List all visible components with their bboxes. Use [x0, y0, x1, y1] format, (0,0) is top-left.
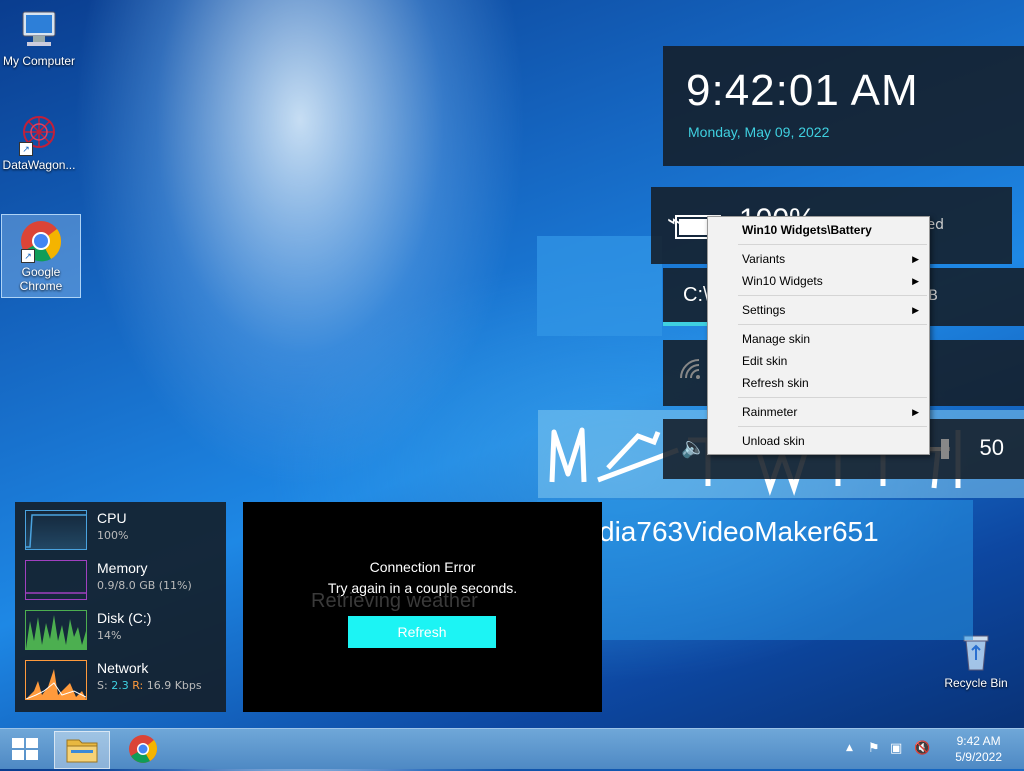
error-message: Try again in a couple seconds.	[327, 580, 518, 596]
menu-item-variants[interactable]: Variants ▶	[708, 248, 929, 270]
network-label: Network	[97, 660, 149, 676]
cpu-row: CPU 100%	[25, 510, 220, 552]
disk-label: Disk (C:)	[97, 610, 152, 626]
cpu-label: CPU	[97, 510, 127, 526]
menu-item-edit-skin[interactable]: Edit skin	[708, 350, 929, 372]
wifi-icon	[679, 358, 705, 386]
start-button[interactable]	[12, 738, 38, 760]
menu-item-unload-skin[interactable]: Unload skin	[708, 430, 929, 452]
menu-item-rainmeter[interactable]: Rainmeter ▶	[708, 401, 929, 423]
memory-label: Memory	[97, 560, 148, 576]
computer-icon	[17, 8, 61, 52]
windows-logo-icon	[12, 738, 24, 748]
shortcut-arrow-icon: ↗	[21, 249, 35, 263]
menu-item-manage-skin[interactable]: Manage skin	[708, 328, 929, 350]
network-value: S: 2.3 R: 16.9 Kbps	[97, 679, 202, 692]
menu-separator	[738, 426, 927, 427]
taskbar-chrome[interactable]	[116, 731, 170, 767]
menu-item-refresh-skin[interactable]: Refresh skin	[708, 372, 929, 394]
media-text: dia763VideoMaker651	[599, 516, 879, 547]
volume-slider-handle[interactable]	[941, 439, 949, 459]
desktop-icon-label: Google Chrome	[19, 265, 63, 293]
menu-item-win10-widgets[interactable]: Win10 Widgets ▶	[708, 270, 929, 292]
network-tray-icon[interactable]: ▣	[890, 741, 902, 756]
skin-context-menu[interactable]: Win10 Widgets\Battery Variants ▶ Win10 Wi…	[707, 216, 930, 455]
taskbar-date: 5/9/2022	[955, 750, 1002, 764]
menu-item-settings[interactable]: Settings ▶	[708, 299, 929, 321]
network-graph	[25, 660, 87, 700]
chrome-icon	[129, 735, 158, 763]
clock-widget[interactable]: 9:42:01 AM Monday, May 09, 2022	[663, 46, 1024, 166]
desktop-icon-datawagon[interactable]: ↗ DataWagon...	[0, 112, 78, 172]
media-panel: dia763VideoMaker651	[537, 500, 973, 640]
disk-graph	[25, 610, 87, 650]
network-send-label: S:	[97, 679, 108, 692]
submenu-arrow-icon: ▶	[912, 276, 919, 286]
submenu-arrow-icon: ▶	[912, 254, 919, 264]
network-row: Network S: 2.3 R: 16.9 Kbps	[25, 660, 220, 702]
memory-graph	[25, 560, 87, 600]
refresh-button[interactable]: Refresh	[348, 616, 496, 648]
volume-muted-tray-icon[interactable]: 🔇	[914, 741, 930, 756]
background-panel	[537, 236, 662, 336]
desktop-icon-label: DataWagon...	[2, 158, 76, 172]
volume-value: 50	[979, 435, 1004, 460]
folder-icon	[66, 739, 98, 763]
desktop-icon-label: Recycle Bin	[944, 676, 1008, 690]
submenu-arrow-icon: ▶	[912, 305, 919, 315]
desktop-icon-my-computer[interactable]: My Computer	[0, 8, 78, 68]
clock-time: 9:42:01 AM	[686, 66, 919, 115]
cpu-value: 100%	[97, 529, 129, 542]
menu-title: Win10 Widgets\Battery	[742, 223, 872, 237]
clock-date: Monday, May 09, 2022	[688, 124, 830, 140]
speaker-icon: 🔈	[681, 435, 706, 459]
system-tray: ▲ ⚑ ▣ 🔇 9:42 AM 5/9/2022	[844, 729, 1024, 769]
show-hidden-icons-icon[interactable]: ▲	[846, 743, 853, 753]
network-receive-label: R:	[132, 679, 144, 692]
taskbar-time: 9:42 AM	[956, 734, 1001, 748]
taskbar: ▲ ⚑ ▣ 🔇 9:42 AM 5/9/2022	[0, 728, 1024, 769]
system-monitor-widget[interactable]: CPU 100% Memory 0.9/8.0 GB (11%) Disk (C…	[15, 502, 226, 712]
chrome-icon: ↗	[19, 219, 63, 263]
error-title: Connection Error	[369, 559, 476, 575]
memory-row: Memory 0.9/8.0 GB (11%)	[25, 560, 220, 602]
weather-widget[interactable]: Retrieving weather Connection Error Try …	[243, 502, 602, 712]
menu-separator	[738, 295, 927, 296]
disk-row: Disk (C:) 14%	[25, 610, 220, 652]
menu-separator	[738, 244, 927, 245]
memory-value: 0.9/8.0 GB (11%)	[97, 579, 192, 592]
menu-separator	[738, 397, 927, 398]
action-center-flag-icon[interactable]: ⚑	[868, 741, 880, 756]
desktop-icon-label: My Computer	[2, 54, 76, 68]
submenu-arrow-icon: ▶	[912, 407, 919, 417]
disk-value: 14%	[97, 629, 122, 642]
cpu-graph	[25, 510, 87, 550]
menu-separator	[738, 324, 927, 325]
network-receive-value: 16.9 Kbps	[146, 679, 202, 692]
network-send-value: 2.3	[111, 679, 129, 692]
disk-usage-bar	[663, 322, 709, 326]
taskbar-file-explorer[interactable]	[54, 731, 110, 769]
shortcut-arrow-icon: ↗	[19, 142, 33, 156]
taskbar-clock[interactable]: 9:42 AM 5/9/2022	[955, 733, 1002, 765]
desktop-icon-google-chrome[interactable]: ↗ Google Chrome	[1, 214, 81, 298]
disk-label: C:\	[683, 284, 709, 306]
datawagon-icon: ↗	[17, 112, 61, 156]
